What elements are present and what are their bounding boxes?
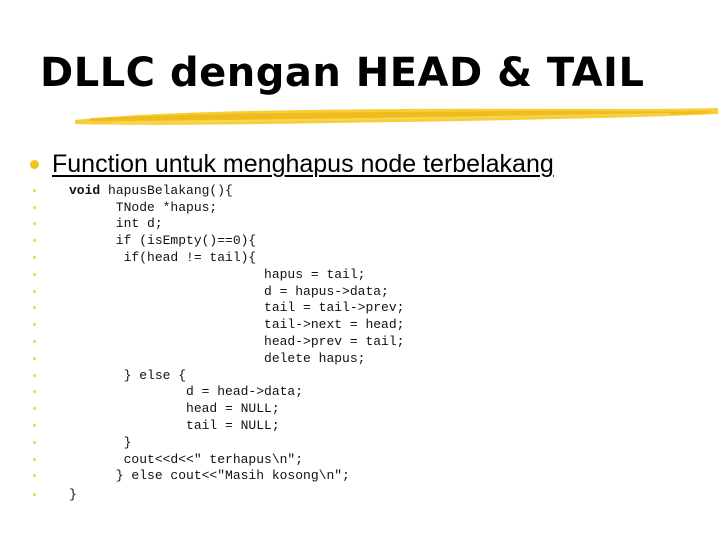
code-text: if(head != tail){ bbox=[69, 250, 257, 266]
bullet-heading: Function untuk menghapus node terbelakan… bbox=[30, 150, 554, 179]
code-line: if (isEmpty()==0){ bbox=[33, 232, 404, 249]
code-text: tail = tail->prev; bbox=[69, 300, 405, 316]
code-line: if(head != tail){ bbox=[33, 249, 404, 266]
code-text: } else { bbox=[69, 367, 187, 383]
code-text: d = head->data; bbox=[69, 384, 304, 400]
bullet-square-icon bbox=[33, 323, 36, 327]
bullet-square-icon bbox=[33, 474, 36, 478]
code-line: tail->next = head; bbox=[33, 316, 404, 333]
code-text: head->prev = tail; bbox=[69, 334, 405, 350]
code-line: head->prev = tail; bbox=[33, 333, 404, 350]
bullet-square-icon bbox=[33, 188, 36, 192]
code-text: if (isEmpty()==0){ bbox=[69, 233, 257, 249]
code-line: void hapusBelakang(){ bbox=[33, 182, 404, 199]
code-text: } bbox=[69, 434, 132, 450]
code-line: d = head->data; bbox=[33, 384, 404, 401]
slide-title: DLLC dengan HEAD & TAIL bbox=[40, 50, 645, 96]
code-text: head = NULL; bbox=[69, 401, 280, 417]
code-line: hapus = tail; bbox=[33, 266, 404, 283]
code-text: } bbox=[69, 487, 77, 503]
code-line: d = hapus->data; bbox=[33, 283, 404, 300]
code-line: int d; bbox=[33, 216, 404, 233]
bullet-dot-icon bbox=[30, 160, 39, 169]
code-keyword: void bbox=[69, 182, 101, 198]
code-block: void hapusBelakang(){ TNode *hapus; int … bbox=[33, 182, 404, 503]
code-text: void hapusBelakang(){ bbox=[69, 182, 233, 198]
bullet-square-icon bbox=[33, 239, 36, 243]
bullet-square-icon bbox=[33, 457, 36, 461]
code-text: TNode *hapus; bbox=[69, 199, 218, 215]
code-text: cout<<d<<" terhapus\n"; bbox=[69, 451, 304, 467]
code-text: int d; bbox=[69, 216, 163, 232]
bullet-square-icon bbox=[33, 493, 36, 497]
code-text: hapus = tail; bbox=[69, 266, 366, 282]
bullet-text: Function untuk menghapus node terbelakan… bbox=[52, 150, 554, 178]
code-line: } bbox=[33, 486, 404, 503]
bullet-square-icon bbox=[33, 390, 36, 394]
bullet-square-icon bbox=[33, 222, 36, 226]
code-line: } else { bbox=[33, 367, 404, 384]
bullet-square-icon bbox=[33, 289, 36, 293]
code-line: TNode *hapus; bbox=[33, 199, 404, 216]
bullet-square-icon bbox=[33, 373, 36, 377]
code-line: delete hapus; bbox=[33, 350, 404, 367]
code-line: } else cout<<"Masih kosong\n"; bbox=[33, 468, 404, 485]
code-text: tail = NULL; bbox=[69, 418, 280, 434]
bullet-square-icon bbox=[33, 440, 36, 444]
code-line: tail = NULL; bbox=[33, 417, 404, 434]
code-text: tail->next = head; bbox=[69, 317, 405, 333]
bullet-square-icon bbox=[33, 306, 36, 310]
bullet-square-icon bbox=[33, 205, 36, 209]
code-line: } bbox=[33, 434, 404, 451]
code-line: tail = tail->prev; bbox=[33, 300, 404, 317]
bullet-square-icon bbox=[33, 272, 36, 276]
code-text: d = hapus->data; bbox=[69, 283, 389, 299]
bullet-square-icon bbox=[33, 407, 36, 411]
code-line: head = NULL; bbox=[33, 400, 404, 417]
bullet-square-icon bbox=[33, 356, 36, 360]
code-line: cout<<d<<" terhapus\n"; bbox=[33, 451, 404, 468]
title-underline-brush bbox=[75, 108, 718, 125]
bullet-square-icon bbox=[33, 256, 36, 260]
bullet-square-icon bbox=[33, 340, 36, 344]
code-text: delete hapus; bbox=[69, 350, 366, 366]
bullet-square-icon bbox=[33, 424, 36, 428]
code-text: } else cout<<"Masih kosong\n"; bbox=[69, 468, 350, 484]
